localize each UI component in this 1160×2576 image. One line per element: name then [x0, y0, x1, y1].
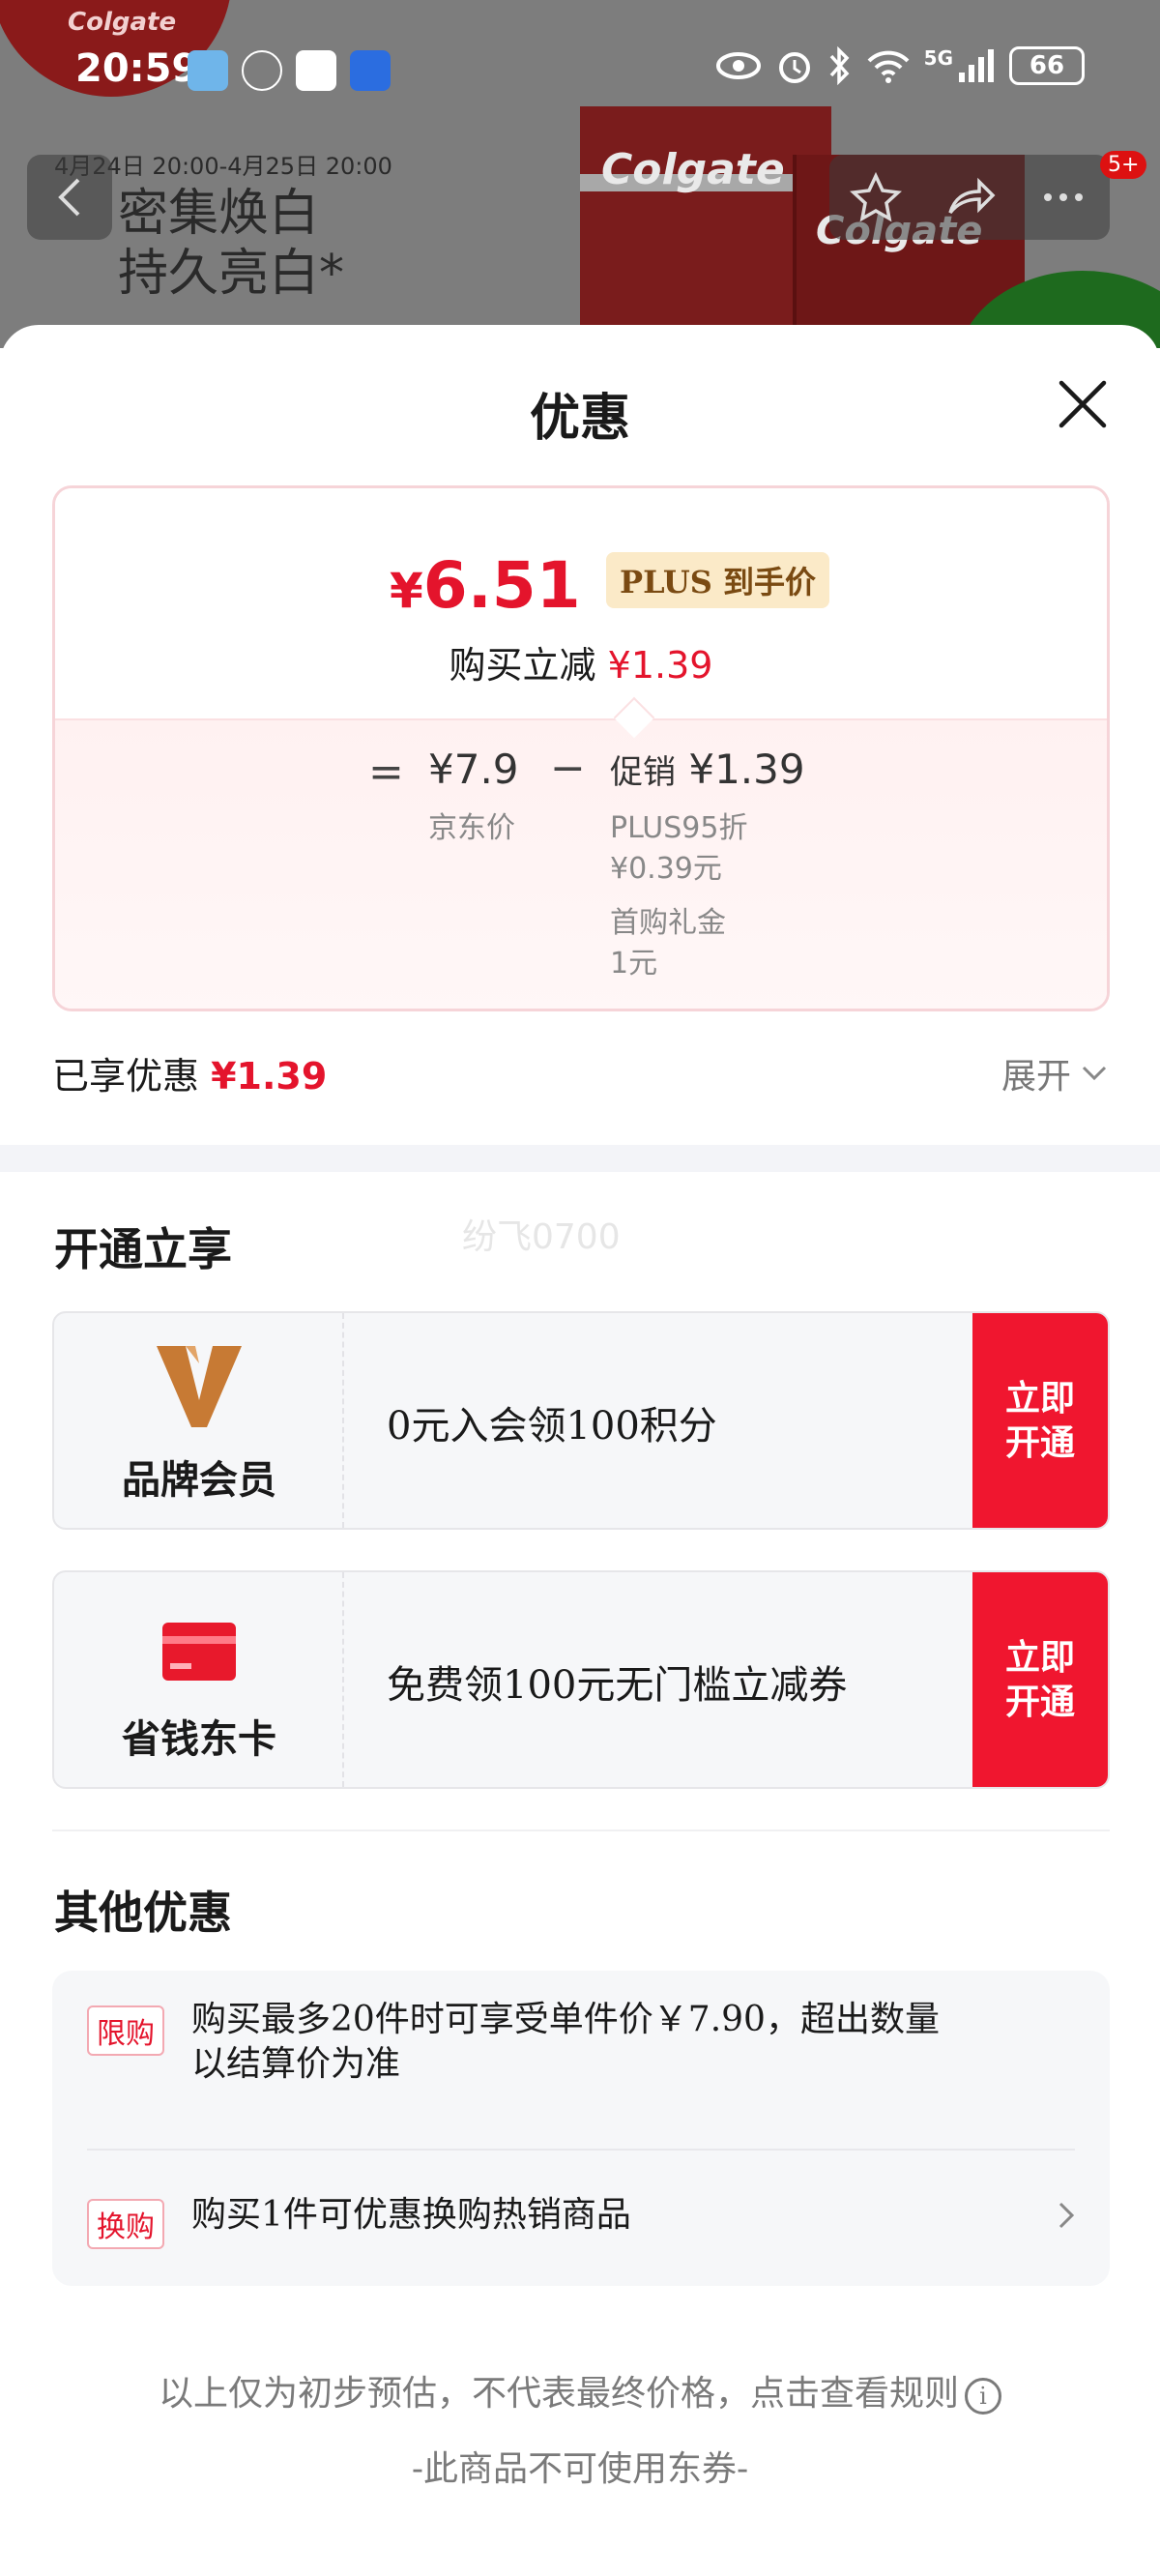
- network-type: 5G: [923, 46, 953, 70]
- open-now-button[interactable]: 立即 开通: [972, 1313, 1108, 1528]
- final-price-value: 6.51: [422, 548, 581, 623]
- price-summary: ¥6.51 PLUS 到手价 购买立减 ¥1.39: [55, 488, 1107, 718]
- price-disclaimer[interactable]: 以上仅为初步预估，不代表最终价格，点击查看规则 i: [0, 2365, 1160, 2415]
- back-button[interactable]: [27, 155, 112, 240]
- jd-price-label: 京东价: [428, 811, 515, 845]
- promo-item-value: 1元: [610, 947, 658, 981]
- chevron-down-icon: [1082, 1066, 1107, 1081]
- price-breakdown-card: ¥6.51 PLUS 到手价 购买立减 ¥1.39 = ¥7.9 京东价 − 促…: [52, 485, 1110, 1011]
- status-bar: 20:59 5G 66: [0, 0, 1160, 145]
- section-separator: [52, 1830, 1110, 1831]
- brand-member-logo-icon: [157, 1346, 242, 1427]
- status-time: 20:59: [75, 46, 199, 91]
- signal-icon: [959, 49, 994, 82]
- status-indicators: 5G 66: [715, 46, 1085, 85]
- cta-line: 开通: [1004, 1682, 1075, 1722]
- section-divider: [0, 1145, 1160, 1172]
- info-icon[interactable]: i: [965, 2378, 1001, 2415]
- offer-line: 购买最多20件时可享受单件价￥7.90，超出数量: [191, 2000, 940, 2039]
- purchase-limit-tag: 限购: [87, 2005, 164, 2056]
- weather-icon: [188, 50, 228, 91]
- promo-label: 促销: [610, 753, 676, 792]
- brand-member-name: 品牌会员: [122, 1457, 276, 1503]
- cta-line: 立即: [1004, 1378, 1075, 1419]
- saving-card-badge: 省钱东卡: [54, 1572, 344, 1787]
- expand-label: 展开: [1000, 1057, 1071, 1097]
- promo-total: 促销 ¥1.39: [610, 746, 805, 793]
- page-actions: [829, 155, 1110, 240]
- brand-member-card[interactable]: 品牌会员 0元入会领100积分 立即 开通: [52, 1311, 1110, 1530]
- brand-member-desc: 0元入会领100积分: [387, 1404, 717, 1449]
- price-formula: = ¥7.9 京东价 − 促销 ¥1.39 PLUS95折 ¥0.39元 首购礼…: [55, 718, 1107, 1009]
- promo-amount: ¥1.39: [688, 746, 805, 793]
- currency-symbol: ¥: [390, 563, 423, 619]
- plus-price-tag: PLUS 到手价: [606, 552, 829, 608]
- wifi-icon: [867, 50, 910, 83]
- mobile-app-icon: [296, 50, 336, 91]
- enjoyed-amount: ¥1.39: [211, 1055, 328, 1098]
- open-section-title: 开通立享: [54, 1223, 232, 1275]
- saving-card-desc: 免费领100元无门槛立减券: [387, 1663, 848, 1708]
- gesture-icon: [242, 50, 282, 91]
- promo-item-name: 首购礼金: [610, 906, 726, 940]
- offer-line: 以结算价为准: [191, 2044, 401, 2084]
- slogan-line-1: 密集焕白: [118, 185, 320, 243]
- slogan-line-2: 持久亮白*: [118, 245, 345, 303]
- saving-card-name: 省钱东卡: [122, 1716, 276, 1762]
- exchange-tag: 换购: [87, 2199, 164, 2249]
- enjoyed-label: 已享优惠: [52, 1055, 200, 1098]
- cta-line: 开通: [1004, 1422, 1075, 1463]
- smart-home-icon: [350, 50, 391, 91]
- watermark-text: 纷飞0700: [462, 1217, 621, 1257]
- notification-badge: 5+: [1100, 151, 1147, 179]
- saving-card[interactable]: 省钱东卡 免费领100元无门槛立减券 立即 开通: [52, 1570, 1110, 1789]
- alarm-icon: [778, 52, 810, 83]
- exchange-offer-row[interactable]: 换购 购买1件可优惠换购热销商品: [52, 2151, 1110, 2286]
- reduction-amount: ¥1.39: [607, 644, 713, 687]
- chevron-left-icon: [58, 178, 80, 217]
- other-section-title: 其他优惠: [54, 1887, 232, 1939]
- credit-card-icon: [162, 1623, 236, 1681]
- promo-item-value: ¥0.39元: [610, 852, 722, 886]
- purchase-limit-text: 购买最多20件时可享受单件价￥7.90，超出数量 以结算价为准: [191, 1998, 940, 2087]
- chevron-right-icon: [1058, 2202, 1075, 2229]
- discount-sheet: 优惠 ¥6.51 PLUS 到手价 购买立减 ¥1.39 = ¥7.9 京东价 …: [0, 325, 1160, 2576]
- close-button[interactable]: [1054, 375, 1112, 433]
- product-slogan: 密集焕白 持久亮白*: [118, 184, 344, 304]
- instant-reduction: 购买立减 ¥1.39: [55, 635, 1107, 688]
- expand-toggle[interactable]: 展开: [1001, 1048, 1108, 1098]
- share-icon[interactable]: [942, 170, 997, 224]
- disclaimer-text: 以上仅为初步预估，不代表最终价格，点击查看规则: [158, 2374, 959, 2414]
- final-price: ¥6.51: [390, 548, 581, 623]
- minus-sign: −: [550, 744, 586, 793]
- eye-icon: [715, 52, 761, 79]
- sheet-title: 优惠: [529, 389, 630, 448]
- brand-member-badge: 品牌会员: [54, 1313, 344, 1528]
- product-box-brand: Colgate: [601, 145, 785, 194]
- bluetooth-icon: [829, 46, 850, 85]
- battery-icon: 66: [1009, 46, 1085, 85]
- battery-level: 66: [1029, 51, 1065, 80]
- exchange-offer-text: 购买1件可优惠换购热销商品: [191, 2195, 631, 2235]
- close-icon: [1058, 380, 1107, 428]
- promo-item-name: PLUS95折: [610, 811, 748, 845]
- reduction-label: 购买立减: [449, 644, 596, 687]
- open-now-button[interactable]: 立即 开通: [972, 1572, 1108, 1787]
- equals-sign: =: [368, 747, 404, 797]
- more-icon[interactable]: [1036, 170, 1090, 224]
- coupon-restriction-note: -此商品不可使用东券-: [411, 2449, 749, 2489]
- favorite-star-icon[interactable]: [849, 170, 903, 224]
- other-offers-box: 限购 购买最多20件时可享受单件价￥7.90，超出数量 以结算价为准 换购 购买…: [52, 1971, 1110, 2286]
- cta-line: 立即: [1004, 1637, 1075, 1678]
- jd-price: ¥7.9: [428, 746, 519, 793]
- enjoyed-discount: 已享优惠 ¥1.39: [52, 1046, 327, 1099]
